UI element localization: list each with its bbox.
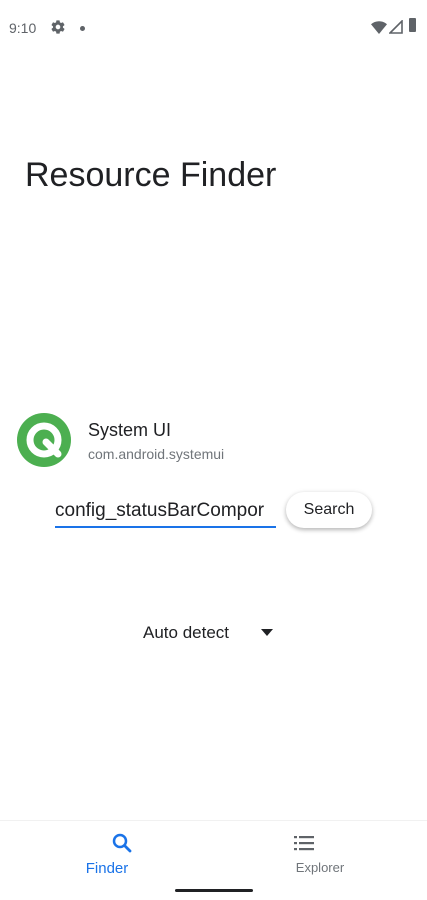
wifi-icon: [371, 21, 387, 34]
search-button[interactable]: Search: [286, 492, 372, 528]
list-icon: [294, 836, 314, 851]
settings-gear-icon: [51, 20, 65, 34]
nav-item-explorer[interactable]: Explorer: [213, 821, 427, 885]
nav-item-finder[interactable]: Finder: [0, 821, 214, 885]
mode-dropdown[interactable]: Auto detect: [143, 620, 283, 646]
cell-signal-icon: [389, 20, 403, 34]
dropdown-arrow-icon: [261, 629, 273, 636]
bottom-navigation: Finder Explorer: [0, 820, 427, 885]
resource-search-input[interactable]: [55, 496, 276, 528]
page-title: Resource Finder: [25, 156, 277, 194]
android-q-logo-icon: [17, 413, 71, 467]
mode-dropdown-value: Auto detect: [143, 623, 230, 642]
nav-label-finder: Finder: [85, 860, 129, 877]
notification-dot-icon: [80, 26, 85, 31]
nav-label-explorer: Explorer: [295, 860, 345, 875]
status-bar: 9:10: [0, 0, 427, 56]
search-icon: [112, 833, 132, 853]
selected-app[interactable]: System UI com.android.systemui: [16, 412, 416, 468]
status-time: 9:10: [9, 20, 37, 36]
app-package-name: com.android.systemui: [88, 446, 225, 462]
app-name: System UI: [88, 420, 172, 440]
battery-icon: [409, 18, 416, 32]
gesture-navigation-bar[interactable]: [175, 889, 253, 892]
